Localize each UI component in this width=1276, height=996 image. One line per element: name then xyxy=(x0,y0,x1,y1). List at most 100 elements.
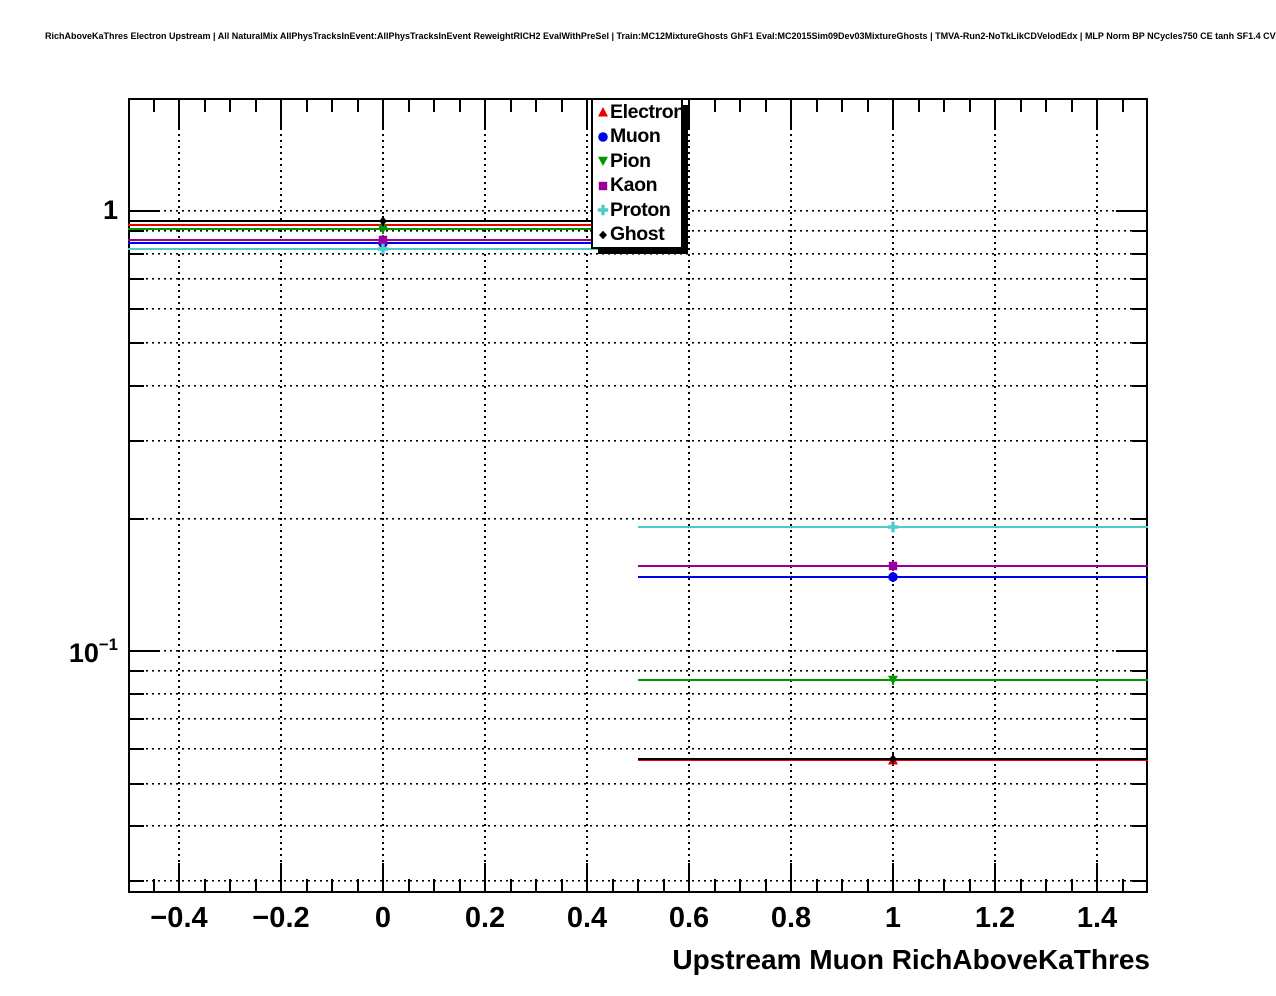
x-tick-label: 0.2 xyxy=(464,902,506,934)
x-tick-bottom xyxy=(994,863,996,893)
x-tick-label: 1.4 xyxy=(1076,902,1118,934)
x-minor-tick-top xyxy=(407,98,410,112)
x-minor-tick-top xyxy=(535,98,537,112)
y-tick-right xyxy=(1116,650,1148,653)
x-minor-tick-top xyxy=(203,98,206,112)
x-tick-top xyxy=(1096,98,1098,128)
x-tick-top xyxy=(790,98,792,128)
x-minor-tick-bottom xyxy=(968,879,971,893)
x-tick-top xyxy=(688,98,690,128)
x-minor-tick-top xyxy=(764,98,767,112)
x-minor-tick-bottom xyxy=(1070,879,1073,893)
x-minor-tick-top xyxy=(866,98,869,112)
x-minor-tick-top xyxy=(356,98,359,112)
x-minor-tick-bottom xyxy=(433,879,435,893)
x-minor-tick-top xyxy=(841,98,843,112)
x-minor-tick-bottom xyxy=(1121,879,1124,893)
y-tick-right xyxy=(1132,252,1148,255)
y-tick-left xyxy=(128,670,144,673)
x-minor-tick-bottom xyxy=(917,879,920,893)
x-minor-tick-bottom xyxy=(713,879,716,893)
x-minor-tick-bottom xyxy=(535,879,537,893)
x-minor-tick-top xyxy=(458,98,461,112)
x-minor-tick-bottom xyxy=(229,879,231,893)
legend: Electron Muon Pion Kaon Proton Ghost xyxy=(591,98,685,249)
series-marker-muon xyxy=(887,571,899,583)
x-minor-tick-top xyxy=(560,98,563,112)
x-tick-bottom xyxy=(790,863,792,893)
y-tick-left xyxy=(128,825,144,828)
muon-marker-icon xyxy=(595,131,610,143)
y-tick-left xyxy=(128,517,144,520)
y-tick-left xyxy=(128,278,144,281)
x-minor-tick-bottom xyxy=(509,879,512,893)
series-marker-pion xyxy=(887,674,899,686)
y-label-exponent: −1 xyxy=(98,634,118,654)
electron-marker-icon xyxy=(595,106,610,118)
x-minor-tick-bottom xyxy=(305,879,308,893)
plot-title: RichAboveKaThres Electron Upstream | All… xyxy=(45,31,1276,41)
root-canvas: RichAboveKaThres Electron Upstream | All… xyxy=(0,0,1276,996)
y-tick-left xyxy=(128,718,144,721)
x-minor-tick-top xyxy=(917,98,920,112)
x-tick-label: 1 xyxy=(884,902,902,934)
x-minor-tick-bottom xyxy=(331,879,333,893)
y-tick-left xyxy=(128,782,144,785)
x-minor-tick-top xyxy=(943,98,945,112)
x-minor-tick-top xyxy=(1070,98,1073,112)
y-tick-right xyxy=(1132,747,1148,750)
x-tick-bottom xyxy=(484,863,486,893)
x-minor-tick-top xyxy=(815,98,818,112)
x-minor-tick-bottom xyxy=(739,879,741,893)
legend-label: Ghost xyxy=(610,223,665,246)
legend-label: Pion xyxy=(610,149,651,172)
series-marker-ghost xyxy=(887,753,899,765)
x-minor-tick-bottom xyxy=(203,879,206,893)
y-tick-right xyxy=(1132,718,1148,721)
x-minor-tick-top xyxy=(509,98,512,112)
x-minor-tick-bottom xyxy=(356,879,359,893)
legend-item-ghost: Ghost xyxy=(593,223,681,248)
x-minor-tick-top xyxy=(433,98,435,112)
y-tick-left xyxy=(128,650,160,653)
x-tick-label: −0.4 xyxy=(150,902,208,934)
y-tick-left xyxy=(128,252,144,255)
x-minor-tick-top xyxy=(254,98,257,112)
x-minor-tick-bottom xyxy=(152,879,155,893)
y-tick-right xyxy=(1132,440,1148,443)
x-minor-tick-bottom xyxy=(407,879,410,893)
pion-marker-icon xyxy=(595,155,610,167)
x-tick-top xyxy=(382,98,384,128)
y-axis-label-1: 1 xyxy=(103,194,118,226)
y-tick-right xyxy=(1132,880,1148,883)
legend-item-muon: Muon xyxy=(593,125,681,150)
y-tick-right xyxy=(1132,670,1148,673)
legend-label: Electron xyxy=(610,100,685,123)
y-tick-left xyxy=(128,880,144,883)
ghost-marker-icon xyxy=(595,229,610,241)
y-tick-right xyxy=(1132,342,1148,345)
x-tick-bottom xyxy=(178,863,180,893)
x-tick-label: 0.4 xyxy=(566,902,608,934)
y-axis-label-0p1: 10−1 xyxy=(69,634,118,669)
x-tick-bottom xyxy=(1096,863,1098,893)
x-minor-tick-bottom xyxy=(943,879,945,893)
legend-item-pion: Pion xyxy=(593,149,681,174)
y-tick-left xyxy=(128,385,144,388)
y-tick-right xyxy=(1132,307,1148,310)
x-minor-tick-top xyxy=(968,98,971,112)
x-tick-label: 1.2 xyxy=(974,902,1016,934)
x-minor-tick-bottom xyxy=(662,879,665,893)
y-tick-right xyxy=(1132,278,1148,281)
x-axis-title: Upstream Muon RichAboveKaThres xyxy=(672,944,1150,975)
y-tick-left xyxy=(128,342,144,345)
y-tick-right xyxy=(1132,825,1148,828)
y-tick-right xyxy=(1132,782,1148,785)
x-minor-tick-bottom xyxy=(458,879,461,893)
y-tick-right xyxy=(1132,385,1148,388)
x-minor-tick-bottom xyxy=(1045,879,1047,893)
x-tick-top xyxy=(280,98,282,128)
legend-item-electron: Electron xyxy=(593,100,685,125)
legend-label: Proton xyxy=(610,198,671,221)
x-minor-tick-top xyxy=(713,98,716,112)
